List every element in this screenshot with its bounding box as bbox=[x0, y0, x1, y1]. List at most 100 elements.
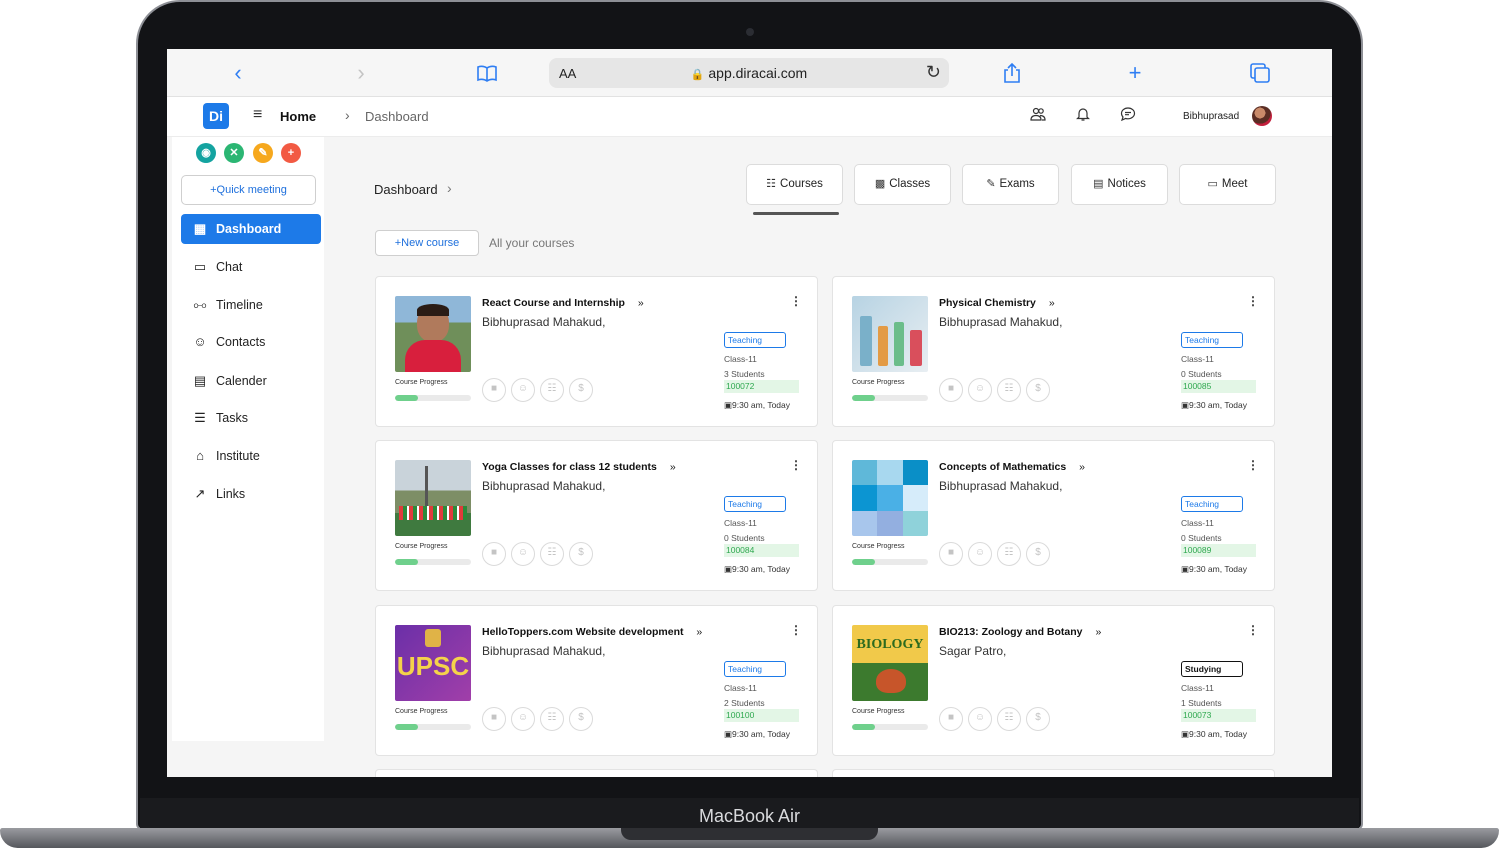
course-card[interactable]: Course Progress Yoga Classes for class 1… bbox=[375, 440, 818, 591]
sidebar-item-links[interactable]: ↗ Links bbox=[181, 479, 321, 509]
double-chevron-icon[interactable]: » bbox=[670, 461, 676, 473]
course-card-partial[interactable] bbox=[832, 769, 1275, 777]
dollar-icon[interactable]: $ bbox=[569, 378, 593, 402]
sidebar-item-timeline[interactable]: ⧟ Timeline bbox=[181, 290, 321, 320]
course-title[interactable]: React Course and Internship » bbox=[482, 297, 644, 309]
plus-icon[interactable]: + bbox=[1123, 61, 1147, 85]
double-chevron-icon[interactable]: » bbox=[696, 626, 702, 638]
course-card[interactable]: Course Progress Concepts of Mathematics … bbox=[832, 440, 1275, 591]
course-title[interactable]: Yoga Classes for class 12 students » bbox=[482, 461, 676, 473]
course-thumbnail: BIOLOGY bbox=[852, 625, 928, 701]
quick-meeting-button[interactable]: +Quick meeting bbox=[181, 175, 316, 205]
tab-label: Exams bbox=[999, 178, 1035, 190]
course-card-partial[interactable] bbox=[375, 769, 818, 777]
dollar-icon[interactable]: $ bbox=[1026, 542, 1050, 566]
users-icon[interactable] bbox=[1030, 106, 1046, 126]
tab-courses[interactable]: ☷ Courses bbox=[746, 164, 843, 205]
video-icon[interactable]: ■ bbox=[939, 707, 963, 731]
home-link[interactable]: Home bbox=[280, 109, 316, 124]
close-icon[interactable]: ✕ bbox=[224, 143, 244, 163]
double-chevron-icon[interactable]: » bbox=[1079, 461, 1085, 473]
app-logo[interactable]: Di bbox=[203, 103, 229, 129]
new-course-button[interactable]: +New course bbox=[375, 230, 479, 256]
course-title[interactable]: Physical Chemistry » bbox=[939, 297, 1055, 309]
message-icon[interactable] bbox=[1120, 106, 1136, 126]
tabs-icon[interactable] bbox=[1248, 61, 1272, 85]
grid-icon[interactable]: ☷ bbox=[997, 542, 1021, 566]
user-name[interactable]: Bibhuprasad bbox=[1183, 111, 1239, 122]
more-options-icon[interactable]: ⋮ bbox=[1247, 294, 1259, 308]
sidebar-item-label: Institute bbox=[216, 449, 260, 463]
more-options-icon[interactable]: ⋮ bbox=[790, 458, 802, 472]
grid-icon[interactable]: ☷ bbox=[997, 707, 1021, 731]
camera-icon[interactable]: ◉ bbox=[196, 143, 216, 163]
share-icon[interactable] bbox=[1000, 61, 1024, 85]
course-thumbnail: UPSC bbox=[395, 625, 471, 701]
grid-icon[interactable]: ☷ bbox=[540, 378, 564, 402]
add-user-icon[interactable]: ☺ bbox=[968, 542, 992, 566]
grid-icon[interactable]: ☷ bbox=[997, 378, 1021, 402]
video-icon[interactable]: ■ bbox=[939, 378, 963, 402]
sidebar-item-chat[interactable]: ▭ Chat bbox=[181, 252, 321, 282]
grid-icon[interactable]: ☷ bbox=[540, 707, 564, 731]
more-options-icon[interactable]: ⋮ bbox=[1247, 623, 1259, 637]
tab-meet[interactable]: ▭ Meet bbox=[1179, 164, 1276, 205]
more-options-icon[interactable]: ⋮ bbox=[1247, 458, 1259, 472]
course-author: Bibhuprasad Mahakud, bbox=[482, 479, 606, 493]
double-chevron-icon[interactable]: » bbox=[1049, 297, 1055, 309]
video-icon[interactable]: ■ bbox=[482, 542, 506, 566]
dollar-icon[interactable]: $ bbox=[1026, 707, 1050, 731]
chevron-left-icon[interactable]: ‹ bbox=[226, 61, 250, 85]
course-title[interactable]: HelloToppers.com Website development » bbox=[482, 626, 702, 638]
add-user-icon[interactable]: ☺ bbox=[968, 707, 992, 731]
avatar[interactable] bbox=[1252, 106, 1272, 126]
reload-icon[interactable]: ↻ bbox=[926, 62, 941, 83]
course-students: 0 Students bbox=[1181, 369, 1222, 379]
hamburger-menu-icon[interactable]: ≡ bbox=[253, 106, 262, 124]
course-students: 0 Students bbox=[1181, 533, 1222, 543]
add-user-icon[interactable]: ☺ bbox=[511, 707, 535, 731]
breadcrumb-current[interactable]: Dashboard bbox=[365, 109, 429, 124]
address-bar[interactable]: AA 🔒 app.diracai.com ↻ bbox=[549, 58, 949, 88]
course-card[interactable]: Course Progress Physical Chemistry » Bib… bbox=[832, 276, 1275, 427]
tab-classes[interactable]: ▩ Classes bbox=[854, 164, 951, 205]
dollar-icon[interactable]: $ bbox=[569, 542, 593, 566]
sidebar-item-contacts[interactable]: ☺ Contacts bbox=[181, 327, 321, 357]
course-card[interactable]: Course Progress React Course and Interns… bbox=[375, 276, 818, 427]
double-chevron-icon[interactable]: » bbox=[638, 297, 644, 309]
chevron-right-icon[interactable]: › bbox=[349, 61, 373, 85]
sidebar-item-dashboard[interactable]: ▦ Dashboard bbox=[181, 214, 321, 244]
plus-circle-icon[interactable]: + bbox=[281, 143, 301, 163]
dollar-icon[interactable]: $ bbox=[1026, 378, 1050, 402]
course-title[interactable]: Concepts of Mathematics » bbox=[939, 461, 1085, 473]
course-card[interactable]: UPSC Course Progress HelloToppers.com We… bbox=[375, 605, 818, 756]
video-icon[interactable]: ■ bbox=[939, 542, 963, 566]
more-options-icon[interactable]: ⋮ bbox=[790, 294, 802, 308]
bell-icon[interactable] bbox=[1075, 106, 1091, 126]
video-icon[interactable]: ■ bbox=[482, 378, 506, 402]
course-time: ▣9:30 am, Today bbox=[724, 400, 790, 410]
course-title[interactable]: BIO213: Zoology and Botany » bbox=[939, 626, 1101, 638]
video-icon[interactable]: ■ bbox=[482, 707, 506, 731]
sidebar-item-institute[interactable]: ⌂ Institute bbox=[181, 441, 321, 471]
tab-notices[interactable]: ▤ Notices bbox=[1071, 164, 1168, 205]
course-code: 100084 bbox=[724, 544, 799, 557]
course-students: 0 Students bbox=[724, 533, 765, 543]
more-options-icon[interactable]: ⋮ bbox=[790, 623, 802, 637]
add-user-icon[interactable]: ☺ bbox=[511, 378, 535, 402]
dollar-icon[interactable]: $ bbox=[569, 707, 593, 731]
sidebar-item-tasks[interactable]: ☰ Tasks bbox=[181, 403, 321, 433]
double-chevron-icon[interactable]: » bbox=[1095, 626, 1101, 638]
book-icon[interactable] bbox=[475, 61, 499, 85]
sidebar-item-calender[interactable]: ▤ Calender bbox=[181, 366, 321, 396]
course-time: ▣9:30 am, Today bbox=[724, 729, 790, 739]
course-card[interactable]: BIOLOGY Course Progress BIO213: Zoology … bbox=[832, 605, 1275, 756]
add-user-icon[interactable]: ☺ bbox=[968, 378, 992, 402]
course-time: ▣9:30 am, Today bbox=[1181, 400, 1247, 410]
tab-exams[interactable]: ✎ Exams bbox=[962, 164, 1059, 205]
course-progress-label: Course Progress bbox=[852, 708, 905, 715]
url-value: app.diracai.com bbox=[708, 65, 808, 81]
grid-icon[interactable]: ☷ bbox=[540, 542, 564, 566]
add-user-icon[interactable]: ☺ bbox=[511, 542, 535, 566]
pencil-icon[interactable]: ✎ bbox=[253, 143, 273, 163]
